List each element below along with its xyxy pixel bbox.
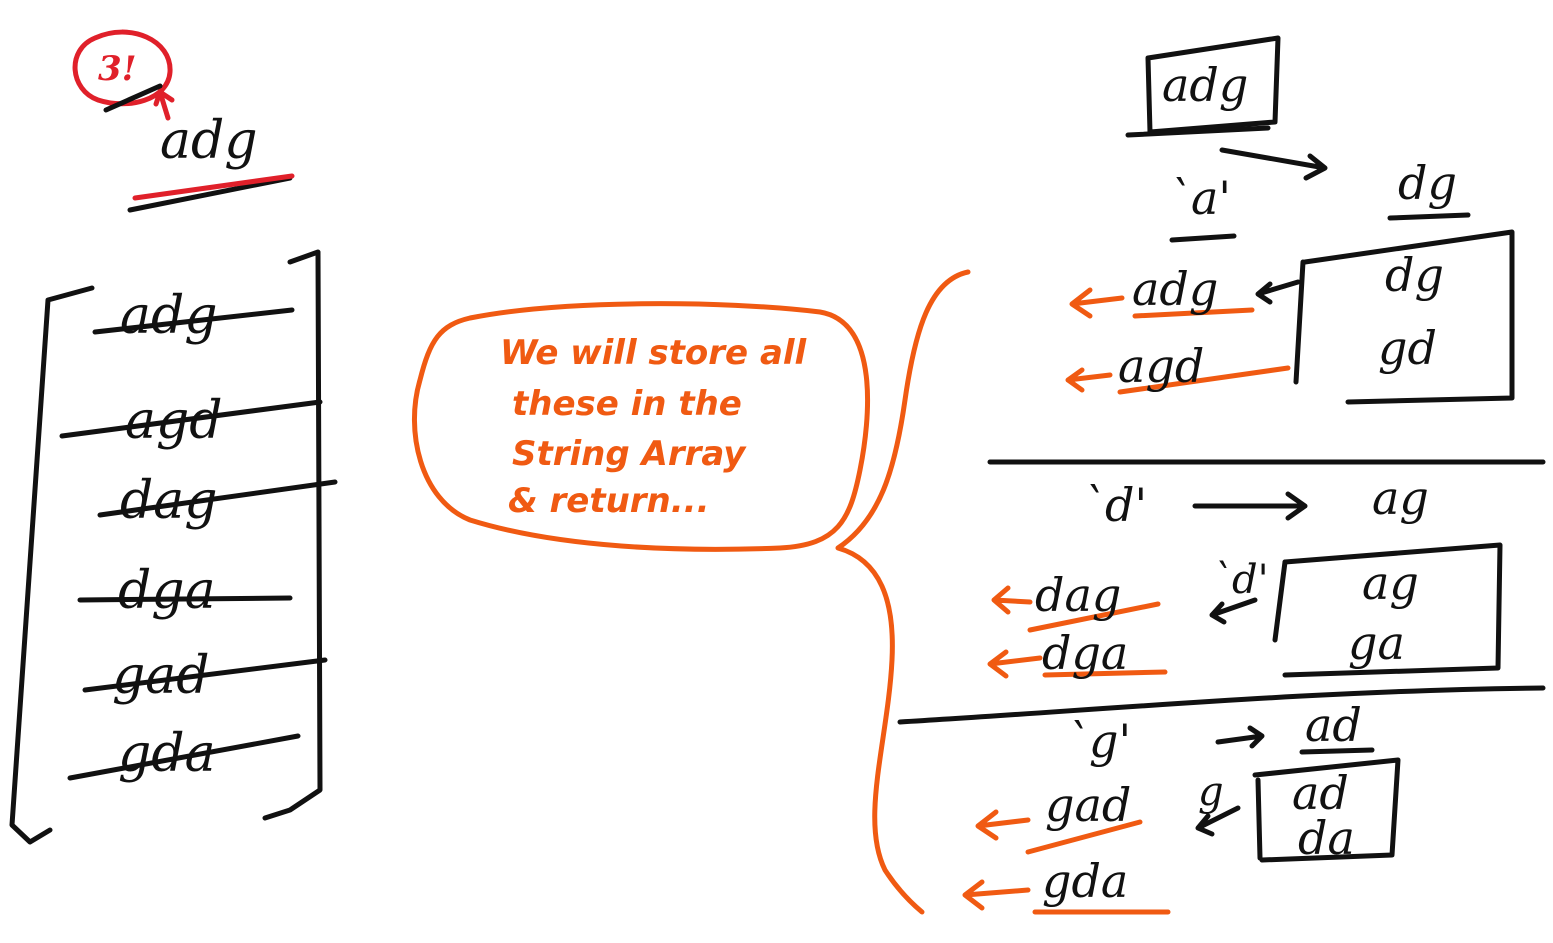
- branch-result: gda: [1042, 854, 1129, 908]
- branch-sub-item: dg: [1385, 248, 1444, 302]
- note-line: these in the: [512, 383, 742, 424]
- char-a-underline: [1169, 233, 1237, 243]
- sub-box-d-left: [1272, 559, 1288, 643]
- note-text: We will store all these in the String Ar…: [500, 335, 806, 520]
- arrow-g: [1215, 725, 1265, 749]
- branch-rest: ag: [1372, 471, 1429, 525]
- permutation-item: agd: [125, 391, 223, 451]
- branch-sub-item: gd: [1378, 321, 1437, 375]
- branch-sub-item: ga: [1348, 616, 1405, 670]
- permutation-item: adg: [120, 286, 218, 346]
- branch-sub-item: ag: [1362, 556, 1419, 610]
- input-word: adg: [160, 111, 258, 171]
- permutation-item: dga: [118, 561, 216, 621]
- note-line: String Array: [512, 434, 746, 475]
- branch-rest: ad: [1305, 698, 1362, 752]
- result-dga-arrow: [987, 649, 1043, 679]
- branch-char: `a': [1168, 171, 1232, 225]
- result-agd-arrow: [1065, 367, 1113, 393]
- branch-result: dga: [1042, 626, 1129, 680]
- rest-dg-underline: [1387, 212, 1471, 221]
- note-line: We will store all: [500, 333, 807, 373]
- branch-sub-label: g: [1198, 769, 1224, 815]
- array-left-bracket: [9, 285, 95, 845]
- branch-result: agd: [1118, 339, 1205, 393]
- result-adg-arrow: [1069, 287, 1125, 319]
- branch-result: dag: [1035, 568, 1122, 622]
- root-word: adg: [1162, 58, 1249, 112]
- branch-sub-item: da: [1298, 811, 1355, 865]
- root-arrow: [1219, 147, 1328, 181]
- curly-brace: [835, 269, 971, 915]
- branch-result: gad: [1045, 778, 1132, 832]
- branch-char: `g': [1066, 714, 1132, 768]
- branch-result: adg: [1132, 262, 1219, 316]
- result-gda-arrow: [962, 879, 1031, 911]
- branch-sub-item: ad: [1292, 766, 1349, 820]
- arrow-back-a: [1255, 279, 1301, 305]
- branch-sub-label: `d': [1212, 557, 1269, 603]
- permutation-item: gad: [112, 646, 210, 706]
- arrow-d: [1192, 491, 1308, 521]
- permutation-item: gda: [118, 724, 216, 784]
- note-line: & return...: [508, 481, 710, 522]
- array-right-bracket: [262, 249, 323, 821]
- arrow-back-d: [1209, 597, 1258, 625]
- permutation-item: dag: [120, 471, 218, 531]
- result-dag-arrow: [991, 585, 1033, 615]
- branch-char: `d': [1082, 478, 1148, 532]
- branch-rest: dg: [1398, 156, 1457, 210]
- sub-box-g-left: [1255, 777, 1263, 861]
- factorial-note: 3!: [98, 49, 137, 89]
- separator-2: [897, 685, 1546, 725]
- result-gad-arrow: [975, 809, 1031, 841]
